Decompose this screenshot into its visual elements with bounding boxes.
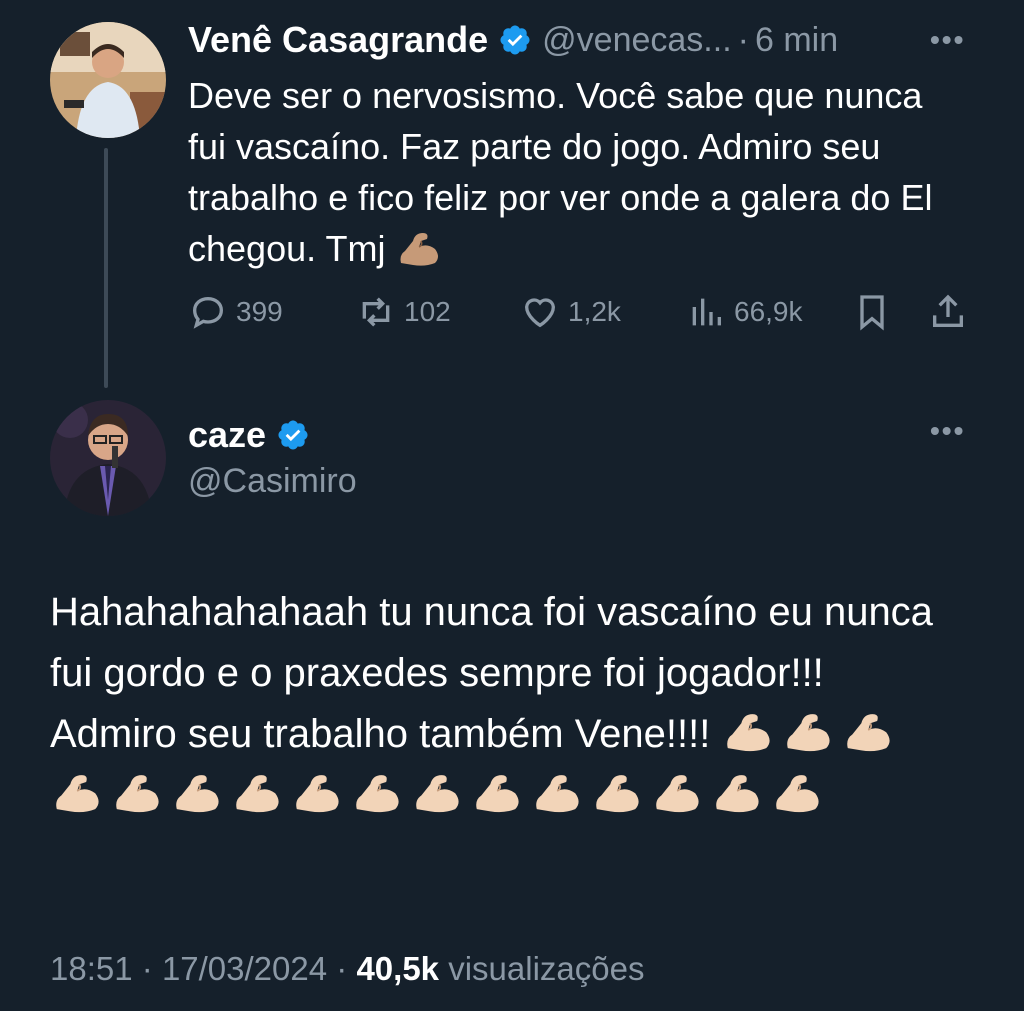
tweet1-action-bar: 399 102 1,2k 66,9k bbox=[188, 292, 978, 338]
flexed-biceps-icon bbox=[410, 768, 462, 814]
flexed-biceps-icon bbox=[841, 707, 893, 753]
views-label: visualizações bbox=[448, 950, 645, 987]
flexed-biceps-icon bbox=[781, 707, 833, 753]
author-name[interactable]: caze bbox=[188, 414, 266, 456]
more-options-icon[interactable]: ••• bbox=[930, 24, 965, 56]
flexed-biceps-icon bbox=[470, 768, 522, 814]
avatar-vene[interactable] bbox=[50, 22, 166, 138]
flexed-biceps-icon bbox=[50, 768, 102, 814]
tweet2-footer: 18:51 · 17/03/2024 · 40,5k visualizações bbox=[50, 950, 644, 988]
avatar-vene-image bbox=[50, 22, 166, 138]
tweet-date[interactable]: 17/03/2024 bbox=[162, 950, 327, 987]
tweet-timestamp[interactable]: 18:51 bbox=[50, 950, 133, 987]
avatar-caze-image bbox=[50, 400, 166, 516]
tweet2-header: caze bbox=[188, 410, 320, 460]
tweet1-header: Venê Casagrande @venecas... · 6 min bbox=[188, 14, 838, 66]
like-button[interactable]: 1,2k bbox=[520, 292, 621, 332]
share-icon bbox=[933, 294, 963, 327]
like-icon bbox=[524, 298, 556, 328]
tweet-text: Deve ser o nervosismo. Você sabe que nun… bbox=[188, 75, 933, 269]
tweet2-body: Hahahahahahaah tu nunca foi vascaíno eu … bbox=[50, 582, 950, 826]
tweet1-body: Deve ser o nervosismo. Você sabe que nun… bbox=[188, 70, 948, 274]
bookmark-button[interactable] bbox=[852, 292, 900, 332]
author-name[interactable]: Venê Casagrande bbox=[188, 19, 488, 61]
flexed-biceps-icon bbox=[590, 768, 642, 814]
avatar-caze[interactable] bbox=[50, 400, 166, 516]
verified-badge-icon bbox=[500, 25, 530, 55]
verified-badge-icon bbox=[278, 420, 308, 450]
flexed-biceps-icon bbox=[230, 768, 282, 814]
author-handle[interactable]: @venecas... bbox=[542, 21, 732, 60]
views-count: 40,5k bbox=[356, 950, 440, 987]
views-icon bbox=[692, 298, 721, 326]
more-options-icon[interactable]: ••• bbox=[930, 415, 965, 447]
flexed-biceps-icon bbox=[770, 768, 822, 814]
views-button[interactable]: 66,9k bbox=[686, 292, 803, 332]
separator: · bbox=[336, 950, 348, 987]
flexed-biceps-icon bbox=[721, 707, 773, 753]
reply-button[interactable]: 399 bbox=[188, 292, 283, 332]
retweet-button[interactable]: 102 bbox=[356, 292, 451, 332]
flexed-biceps-icon bbox=[170, 768, 222, 814]
flexed-biceps-icon bbox=[350, 768, 402, 814]
like-count: 1,2k bbox=[568, 296, 621, 327]
share-button[interactable] bbox=[928, 292, 976, 332]
bookmark-icon bbox=[860, 295, 884, 331]
retweet-icon bbox=[362, 297, 390, 327]
flexed-biceps-icon bbox=[710, 768, 762, 814]
retweet-count: 102 bbox=[404, 296, 451, 327]
tweet-time[interactable]: 6 min bbox=[755, 21, 838, 60]
thread-connector-line bbox=[104, 148, 108, 388]
separator: · bbox=[141, 950, 153, 987]
flexed-biceps-icon bbox=[650, 768, 702, 814]
flexed-biceps-icon bbox=[290, 768, 342, 814]
views-count: 66,9k bbox=[734, 296, 803, 327]
flexed-biceps-icon bbox=[395, 227, 441, 267]
flexed-biceps-icon bbox=[110, 768, 162, 814]
reply-count: 399 bbox=[236, 296, 283, 327]
reply-icon bbox=[192, 296, 224, 329]
separator: · bbox=[737, 20, 749, 59]
flexed-biceps-icon bbox=[530, 768, 582, 814]
author-handle[interactable]: @Casimiro bbox=[188, 462, 357, 501]
